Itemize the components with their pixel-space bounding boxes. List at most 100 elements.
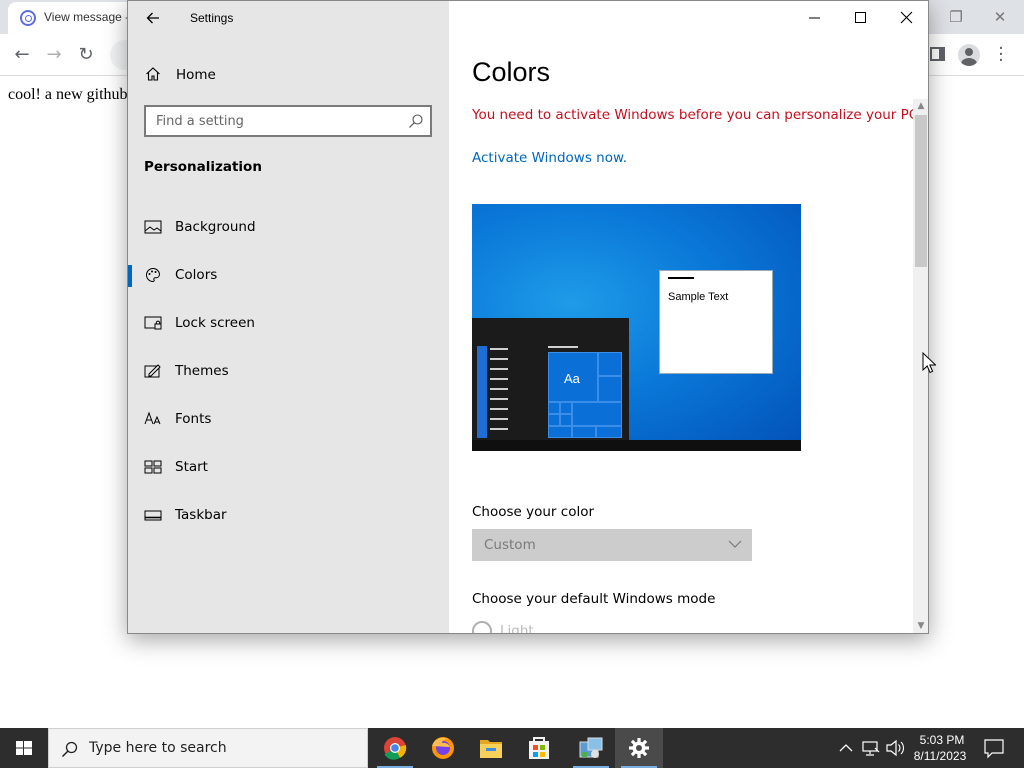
nav-home-label: Home <box>176 67 216 83</box>
sidebar-item-label: Lock screen <box>175 315 255 331</box>
sidebar-item-background[interactable]: Background <box>128 207 449 247</box>
light-mode-radio[interactable] <box>472 621 492 633</box>
preview-menu-line <box>490 358 508 360</box>
network-icon <box>862 741 880 756</box>
choose-color-label: Choose your color <box>472 504 595 520</box>
show-hidden-icons-button[interactable] <box>836 728 856 768</box>
volume-button[interactable] <box>884 728 906 768</box>
close-icon <box>900 11 913 24</box>
image-icon <box>144 220 162 234</box>
maximize-button[interactable] <box>837 1 883 35</box>
preview-menu-line <box>490 388 508 390</box>
preview-sample-text: Sample Text <box>668 291 729 303</box>
clock-date[interactable]: 8/11/2023 <box>908 749 972 763</box>
sidebar-item-label: Taskbar <box>175 507 227 523</box>
taskbar-search-box[interactable] <box>48 728 368 768</box>
fonts-icon <box>144 411 161 425</box>
themes-icon <box>144 364 161 378</box>
scroll-up-arrow[interactable]: ▲ <box>913 99 928 113</box>
activation-warning: You need to activate Windows before you … <box>472 107 923 123</box>
preview-tile <box>560 402 572 414</box>
preview-taskbar <box>472 440 801 451</box>
notification-icon <box>984 739 1004 759</box>
clock-time[interactable]: 5:03 PM <box>912 733 972 747</box>
preview-menu-line <box>490 418 508 420</box>
side-panel-icon[interactable] <box>930 47 945 61</box>
preview-tile <box>572 426 596 438</box>
windows-taskbar: 5:03 PM 8/11/2023 <box>0 728 1024 768</box>
minimize-button[interactable] <box>791 1 837 35</box>
settings-navigation-pane: Settings Home Personalization Background… <box>128 1 449 633</box>
settings-content-pane: Colors You need to activate Windows befo… <box>449 1 928 633</box>
sidebar-item-start[interactable]: Start <box>128 447 449 487</box>
preview-tile <box>598 352 622 376</box>
activate-windows-link[interactable]: Activate Windows now. <box>472 150 627 166</box>
color-dropdown[interactable]: Custom <box>472 529 752 561</box>
preview-menu-line <box>490 398 508 400</box>
section-title: Personalization <box>144 159 262 175</box>
browser-forward-button[interactable]: → <box>41 42 67 68</box>
preview-start-rail <box>477 346 487 438</box>
settings-search-box[interactable] <box>144 105 432 137</box>
preview-tiles-header <box>548 346 578 348</box>
taskbar-store[interactable] <box>515 728 563 768</box>
taskbar-icon <box>144 510 162 521</box>
taskbar-chrome[interactable] <box>371 728 419 768</box>
action-center-button[interactable] <box>978 728 1010 768</box>
minimize-icon <box>809 17 820 19</box>
maximize-icon <box>855 12 866 23</box>
sidebar-item-label: Colors <box>175 267 218 283</box>
browser-restore-button[interactable]: ❐ <box>936 4 976 30</box>
sidebar-item-label: Fonts <box>175 411 212 427</box>
color-dropdown-value: Custom <box>484 537 536 553</box>
taskbar-settings[interactable] <box>615 728 663 768</box>
browser-page-text: cool! a new github <box>8 86 128 103</box>
sidebar-item-label: Themes <box>175 363 229 379</box>
preview-tile <box>548 402 560 414</box>
sidebar-item-label: Background <box>175 219 256 235</box>
scroll-down-arrow[interactable]: ▼ <box>913 619 928 633</box>
network-button[interactable] <box>860 728 882 768</box>
nav-home[interactable]: Home <box>128 57 449 93</box>
selection-indicator <box>128 265 132 287</box>
close-button[interactable] <box>883 1 928 35</box>
back-arrow-icon <box>146 12 159 24</box>
back-arrow-button[interactable] <box>138 5 168 31</box>
preview-large-tile: Aa <box>548 352 598 402</box>
taskbar-firefox[interactable] <box>419 728 467 768</box>
taskbar-file-explorer[interactable] <box>467 728 515 768</box>
settings-gear-icon <box>629 738 649 758</box>
browser-back-button[interactable]: ← <box>9 42 35 68</box>
preview-menu-line <box>490 378 508 380</box>
preview-menu-line <box>490 428 508 430</box>
sidebar-item-fonts[interactable]: Fonts <box>128 399 449 439</box>
profile-icon[interactable] <box>958 44 980 66</box>
more-options-icon[interactable]: · · · <box>998 40 1004 70</box>
sidebar-item-themes[interactable]: Themes <box>128 351 449 391</box>
windows-logo-icon <box>16 741 32 755</box>
sidebar-item-taskbar[interactable]: Taskbar <box>128 495 449 535</box>
search-icon[interactable] <box>408 113 424 129</box>
preview-menu-line <box>490 408 508 410</box>
page-title: Colors <box>472 57 551 87</box>
browser-reload-button[interactable]: ↻ <box>73 42 99 68</box>
search-icon <box>61 741 78 758</box>
preview-wide-tile <box>572 402 622 426</box>
preview-window: Sample Text <box>659 270 773 374</box>
taskbar-control-panel[interactable] <box>567 728 615 768</box>
preview-window-titlebar <box>668 277 694 279</box>
settings-search-input[interactable] <box>146 107 396 135</box>
browser-close-button[interactable]: ✕ <box>980 4 1020 30</box>
preview-tile <box>548 414 560 426</box>
preview-tile-text: Aa <box>564 371 580 386</box>
start-icon <box>144 460 162 474</box>
sidebar-item-lock-screen[interactable]: Lock screen <box>128 303 449 343</box>
start-button[interactable] <box>0 728 48 768</box>
chrome-icon <box>384 737 407 760</box>
preview-tile <box>560 414 572 426</box>
mail-at-icon <box>20 10 36 26</box>
scrollbar-thumb[interactable] <box>915 115 927 267</box>
sidebar-item-colors[interactable]: Colors <box>128 255 449 295</box>
preview-menu-line <box>490 368 508 370</box>
taskbar-search-input[interactable] <box>89 729 359 767</box>
